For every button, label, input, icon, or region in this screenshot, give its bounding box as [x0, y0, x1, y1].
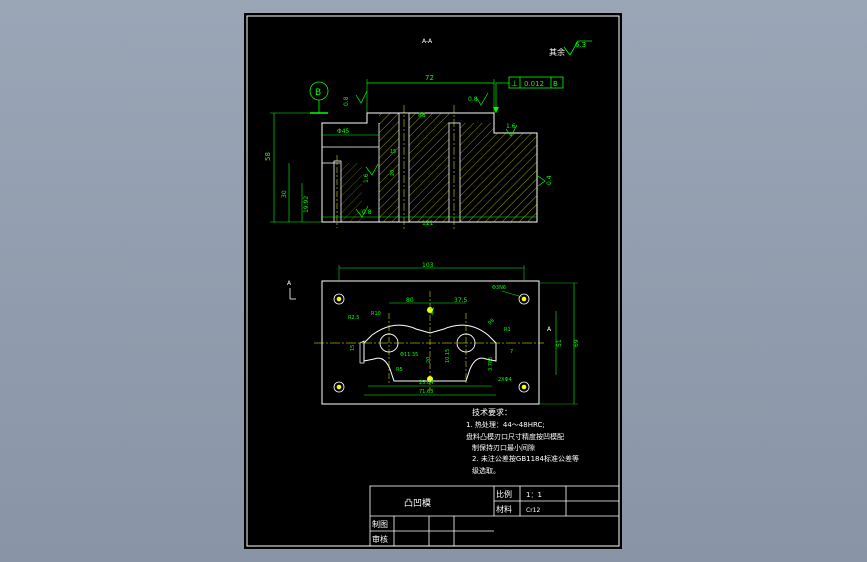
dim-15: 15	[350, 345, 356, 351]
dim-69: 69	[573, 339, 580, 347]
dim-phi1135: Φ11.35	[400, 352, 418, 358]
plan-view: A A 103 80 37.5 Φ3N6 R2.5 R10 R1 R5 Φ11.…	[287, 262, 580, 405]
cad-drawing: A-A 其余 6.3 ⊥ 0.012 B B 72 58 30 19.92 Φ4…	[246, 15, 620, 547]
dim-20: 20	[426, 357, 432, 363]
notes-line-4: 2. 未注公差按GB1184标准公差等	[472, 454, 579, 463]
dim-r25: R2.5	[348, 315, 359, 321]
dim-mid-height: 30	[281, 190, 288, 198]
dim-98: 98	[487, 318, 496, 327]
view-arrow-right: A	[547, 326, 552, 333]
notes-line-3: 制保持刃口最小间隙	[472, 443, 535, 452]
dim-51: 51	[556, 339, 563, 347]
svg-text:A: A	[547, 326, 552, 333]
dim-2584: 25.84	[419, 380, 433, 386]
notes-line-5: 级选取。	[472, 466, 500, 475]
svg-text:0.4: 0.4	[546, 175, 553, 185]
roughness-rest-value: 6.3	[575, 41, 586, 49]
material-value: Cr12	[526, 507, 540, 514]
scale-value: 1：1	[526, 491, 542, 499]
roughness-rest-symbol: 6.3	[563, 40, 592, 56]
dim-3785: 3.785	[488, 357, 494, 371]
svg-text:A: A	[287, 280, 292, 287]
hatch-center	[409, 113, 449, 222]
dim-twenty: 20	[390, 170, 396, 176]
dim-1015: 10.15	[445, 349, 451, 363]
section-view: A-A 其余 6.3 ⊥ 0.012 B B 72 58 30 19.92 Φ4…	[264, 38, 592, 231]
tolerance-frame: ⊥ 0.012 B	[493, 76, 564, 113]
dim-step-width: Φ45	[337, 128, 350, 135]
part-name: 凸凹模	[404, 498, 431, 509]
roughness-rest-label: 其余	[549, 47, 565, 57]
scale-label: 比例	[496, 489, 512, 499]
hatch-left	[379, 113, 399, 222]
pin-hole	[333, 160, 342, 223]
dim-top-width: 72	[425, 74, 434, 82]
title-block	[369, 485, 620, 547]
roughness-slot-mark: 1.6	[363, 163, 379, 183]
dim-hole-fit: Φ3N6	[492, 285, 506, 291]
bore-2	[448, 122, 461, 223]
dim-2xphi4: 2XΦ4	[498, 377, 512, 383]
section-label: A-A	[422, 38, 433, 45]
viewer-canvas: A-A 其余 6.3 ⊥ 0.012 B B 72 58 30 19.92 Φ4…	[0, 0, 867, 562]
dim-total-height: 58	[264, 152, 272, 161]
dim-375: 37.5	[454, 297, 468, 304]
technical-notes: 技术要求： 1. 热处理：44～48HRC; 盘料凸模刃口尺寸精度按凹模配 制保…	[466, 407, 579, 475]
notes-line-1: 1. 热处理：44～48HRC;	[466, 420, 545, 429]
view-arrow-left: A	[287, 280, 296, 300]
drawing-sheet: A-A 其余 6.3 ⊥ 0.012 B B 72 58 30 19.92 Φ4…	[244, 13, 622, 549]
svg-text:0.8: 0.8	[468, 96, 478, 103]
roughness-top-mark: 0.8	[468, 92, 489, 106]
dim-pilot: 88	[418, 112, 426, 119]
dim-r10: R10	[371, 311, 381, 317]
dim-hole-height: 19.92	[303, 196, 310, 213]
notes-title: 技术要求：	[472, 407, 512, 417]
roughness-right-mark: 0.4	[537, 175, 553, 187]
svg-text:1.6: 1.6	[363, 173, 370, 183]
dim-41: 4.1	[430, 307, 436, 315]
tolerance-datum: B	[553, 80, 558, 88]
roughness-face-mark: 0.8	[343, 90, 368, 106]
datum-letter: B	[315, 88, 321, 98]
svg-text:0.8: 0.8	[343, 96, 350, 106]
svg-text:1.6: 1.6	[506, 123, 516, 130]
material-label: 材料	[496, 504, 512, 514]
dim-fifteen: 15	[390, 149, 396, 155]
drawn-label: 制图	[372, 519, 388, 529]
dim-80: 80	[406, 297, 414, 304]
dim-7163: 71.63	[419, 389, 433, 395]
checked-label: 审核	[372, 534, 388, 544]
perpendicularity-icon: ⊥	[511, 79, 518, 88]
svg-text:0.8: 0.8	[362, 209, 372, 216]
dim-r5: R5	[396, 367, 403, 373]
dim-7: 7	[510, 349, 513, 355]
dim-plan-width: 103	[422, 262, 434, 269]
notes-line-2: 盘料凸模刃口尺寸精度按凹模配	[466, 432, 564, 441]
dim-bottom-width: 121	[422, 220, 434, 227]
hatch-right-outer	[494, 133, 537, 222]
hatch-right-inner	[460, 123, 494, 222]
datum-b-symbol: B	[309, 81, 329, 114]
tolerance-value: 0.012	[524, 80, 544, 88]
dim-r1: R1	[504, 327, 511, 333]
